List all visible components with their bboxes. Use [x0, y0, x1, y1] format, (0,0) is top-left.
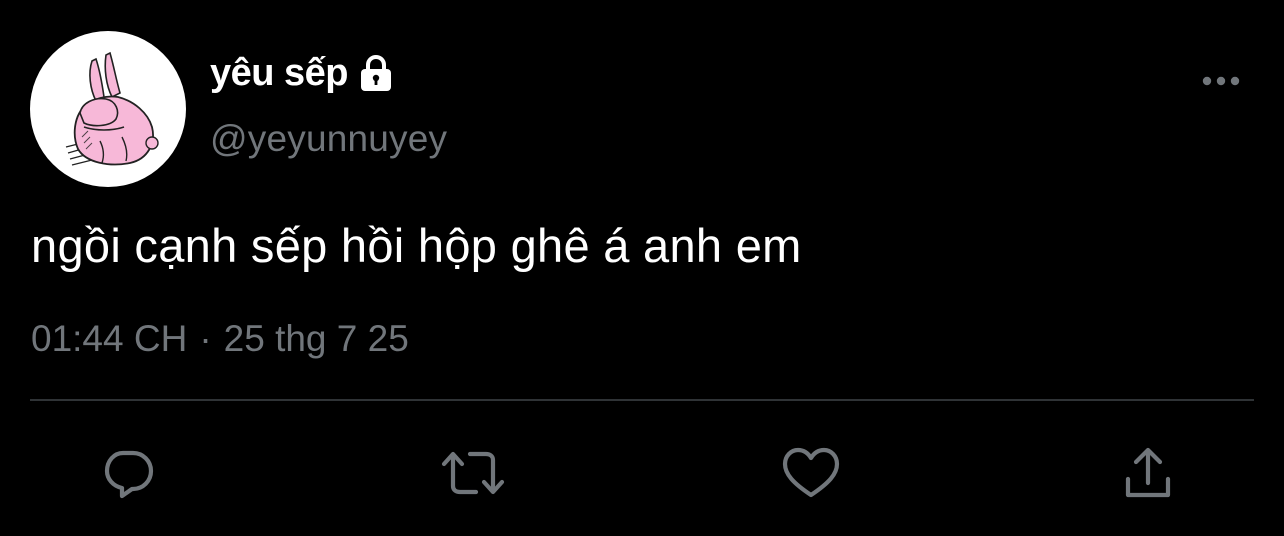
tweet-time: 01:44 CH [31, 318, 188, 359]
tweet-date: 25 thg 7 25 [223, 318, 409, 359]
pink-rabbit-avatar-icon [65, 51, 159, 166]
user-handle[interactable]: @yeyunnuyey [210, 118, 447, 160]
display-name-row: yêu sếp [210, 50, 396, 96]
share-button[interactable] [1115, 440, 1181, 506]
share-icon [1125, 447, 1171, 498]
avatar[interactable] [30, 31, 186, 187]
retweet-button[interactable] [440, 440, 506, 506]
divider [30, 399, 1254, 401]
more-icon [1202, 76, 1240, 86]
tweet-detail: yêu sếp @yeyunnuyey ngồi cạnh sếp hồi hộ… [0, 0, 1284, 536]
display-name[interactable]: yêu sếp [210, 52, 349, 95]
reply-button[interactable] [96, 440, 162, 506]
like-icon [782, 447, 840, 498]
tweet-text: ngồi cạnh sếp hồi hộp ghê á anh em [31, 219, 802, 272]
more-options-button[interactable] [1196, 64, 1246, 98]
like-button[interactable] [778, 440, 844, 506]
lock-icon [356, 53, 396, 93]
retweet-icon [441, 451, 505, 495]
reply-icon [104, 450, 154, 499]
meta-separator: · [199, 318, 212, 359]
tweet-timestamp[interactable]: 01:44 CH · 25 thg 7 25 [31, 318, 409, 360]
